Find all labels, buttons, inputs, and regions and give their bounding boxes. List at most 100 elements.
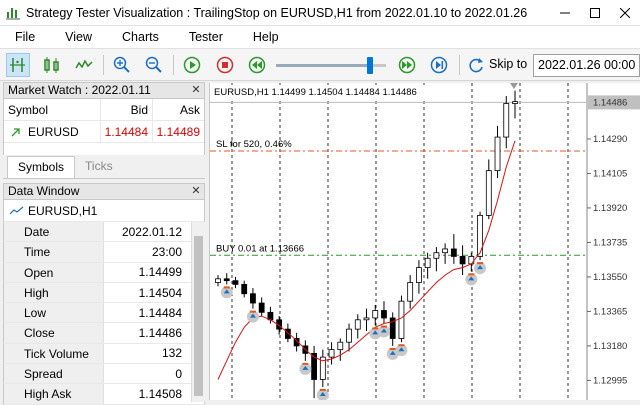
- candle-body[interactable]: [223, 278, 230, 282]
- play-button[interactable]: [180, 53, 204, 77]
- candle-body[interactable]: [354, 319, 361, 330]
- bid-value: 1.14484: [100, 120, 152, 143]
- candle-body[interactable]: [512, 101, 518, 104]
- candle-body[interactable]: [381, 310, 387, 319]
- candle-body[interactable]: [494, 136, 501, 172]
- menu-view[interactable]: View: [58, 30, 99, 44]
- data-window-value: 23:00: [151, 244, 182, 259]
- column-ask[interactable]: Ask: [152, 98, 204, 121]
- candle-body[interactable]: [459, 256, 466, 265]
- scrollbar-thumb[interactable]: [194, 236, 203, 396]
- toolbar: Skip to 2022.01.26 00:00: [0, 48, 640, 81]
- current-price-label: 1.14486: [593, 97, 627, 108]
- crosshair-button[interactable]: [6, 53, 30, 77]
- line-chart-button[interactable]: [72, 53, 96, 77]
- price-axis-label: 1.14105: [593, 168, 627, 179]
- chart-shift-icon[interactable]: [510, 83, 518, 89]
- data-window-row: Tick Volume 132: [3, 343, 205, 365]
- menu-file[interactable]: File: [8, 30, 42, 44]
- skip-end-button[interactable]: [427, 53, 451, 77]
- candle-body[interactable]: [407, 282, 414, 302]
- data-window-key: Spread: [4, 364, 104, 384]
- stop-button[interactable]: [213, 53, 237, 77]
- price-axis-label: 1.13550: [593, 272, 627, 283]
- candle-body[interactable]: [232, 280, 239, 285]
- candle-body[interactable]: [450, 248, 457, 257]
- skip-to-date-input[interactable]: 2022.01.26 00:00: [533, 54, 640, 77]
- zoom-in-button[interactable]: [110, 53, 134, 77]
- candle-body[interactable]: [337, 341, 344, 351]
- candlestick-chart[interactable]: 1.14290 1.14105 1.13920 1.13735 1.13550 1.133…: [210, 83, 640, 400]
- candle-body[interactable]: [433, 252, 440, 259]
- candle-body[interactable]: [372, 310, 379, 319]
- speed-slider-thumb[interactable]: [366, 57, 373, 74]
- candle-body[interactable]: [363, 317, 370, 321]
- candle-body[interactable]: [485, 170, 492, 216]
- table-row[interactable]: EURUSD 1.14484 1.14489: [4, 120, 204, 143]
- data-window-value: 2022.01.12: [121, 224, 182, 239]
- bar-chart-button[interactable]: [40, 53, 64, 77]
- candle-body[interactable]: [468, 256, 475, 265]
- chart-header: EURUSD,H1 1.14499 1.14504 1.14484 1.1448…: [214, 87, 417, 98]
- data-window-key: Close: [4, 323, 104, 343]
- price-axis-label: 1.14290: [593, 134, 627, 145]
- tab-symbols[interactable]: Symbols: [7, 156, 76, 178]
- candle-body[interactable]: [442, 248, 449, 254]
- maximize-button[interactable]: [580, 0, 610, 26]
- menu-help[interactable]: Help: [246, 30, 286, 44]
- data-window-value: 1.14484: [138, 305, 182, 320]
- data-window-value: 1.14499: [138, 265, 182, 280]
- trade-arrow-icon: [249, 310, 256, 313]
- title-bar: Strategy Tester Visualization : Trailing…: [0, 0, 640, 26]
- market-watch-close-icon[interactable]: ✕: [188, 83, 204, 98]
- candle-body[interactable]: [398, 300, 405, 339]
- fast-forward-button[interactable]: [395, 53, 419, 77]
- candle-body[interactable]: [416, 267, 422, 283]
- candle-body[interactable]: [503, 103, 510, 138]
- data-window-scrollbar[interactable]: [191, 222, 205, 402]
- minimize-button[interactable]: [550, 0, 580, 26]
- zoom-in-icon: [113, 56, 130, 73]
- menu-tester[interactable]: Tester: [182, 30, 230, 44]
- tab-ticks[interactable]: Ticks: [75, 156, 123, 178]
- skip-to-button[interactable]: [464, 53, 488, 77]
- candle-body[interactable]: [258, 302, 265, 313]
- column-symbol[interactable]: Symbol: [4, 103, 100, 117]
- rewind-button[interactable]: [245, 53, 269, 77]
- price-chart[interactable]: 1.14290 1.14105 1.13920 1.13735 1.13550 1.133…: [209, 83, 640, 400]
- trade-arrow-icon: [398, 344, 405, 347]
- zoom-out-button[interactable]: [142, 53, 166, 77]
- data-window-row: Open 1.14499: [3, 262, 205, 283]
- data-window-key: Date: [4, 222, 104, 242]
- candle-body[interactable]: [477, 214, 483, 257]
- close-button[interactable]: [610, 0, 640, 26]
- candle-body[interactable]: [250, 293, 256, 304]
- price-axis-label: 1.12995: [593, 375, 627, 386]
- data-window-row: Close 1.14486: [3, 323, 205, 344]
- candle-body[interactable]: [215, 278, 221, 283]
- data-window-key: High: [4, 282, 104, 303]
- data-window-key: Open: [4, 262, 104, 282]
- market-watch-title: Market Watch : 2022.01.11: [8, 83, 151, 97]
- price-up-arrow-icon: [11, 127, 20, 136]
- candle-body[interactable]: [241, 283, 248, 295]
- strategy-tester-icon: [6, 6, 20, 20]
- trade-arrow-icon: [468, 273, 475, 276]
- data-window-close-icon[interactable]: ✕: [188, 184, 204, 199]
- candle-body[interactable]: [346, 328, 352, 343]
- line-chart-icon: [75, 59, 93, 69]
- data-window-key: Low: [4, 303, 104, 323]
- column-bid[interactable]: Bid: [100, 98, 152, 121]
- line-chart-icon: [10, 206, 24, 214]
- market-watch-header: Market Watch : 2022.01.11 ✕: [3, 82, 205, 99]
- menu-charts[interactable]: Charts: [115, 30, 166, 44]
- data-window-key: Time: [4, 242, 104, 262]
- candle-body[interactable]: [424, 257, 431, 269]
- crosshair-icon: [10, 58, 25, 72]
- data-window-value: 0: [175, 366, 182, 381]
- zoom-out-icon: [145, 56, 162, 73]
- market-watch-header-row: Symbol Bid Ask: [4, 98, 204, 121]
- candle-body[interactable]: [328, 349, 335, 358]
- skip-to-label[interactable]: Skip to: [489, 57, 527, 71]
- data-window-title: Data Window: [8, 184, 80, 198]
